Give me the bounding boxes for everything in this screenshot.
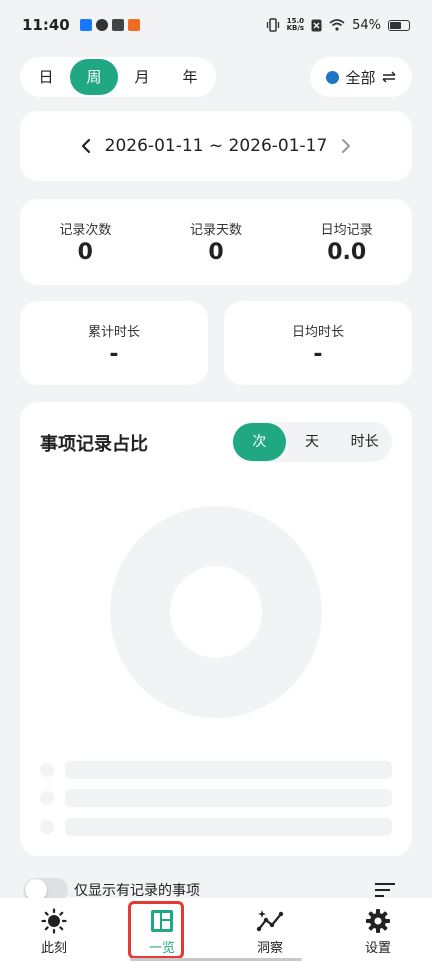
nav-settings[interactable]: 设置 xyxy=(324,898,432,964)
status-time: 11:40 xyxy=(22,16,70,34)
bottom-navigation: 此刻 一览 洞察 设置 xyxy=(0,898,432,964)
sun-icon xyxy=(41,908,67,934)
item-share-chart-card: 事项记录占比 次 天 时长 xyxy=(20,402,412,856)
stat-record-count: 记录次数 0 xyxy=(20,199,151,285)
stat-daily-average: 日均记录 0.0 xyxy=(281,199,412,285)
wifi-icon xyxy=(329,19,345,31)
status-bar: 11:40 15.0 KB/s 54% xyxy=(0,0,432,50)
period-week[interactable]: 周 xyxy=(70,59,118,95)
date-range-card: 2026-01-11 ~ 2026-01-17 xyxy=(20,111,412,181)
alipay-icon xyxy=(79,19,92,31)
app-notification-icon xyxy=(95,19,108,31)
stat-total-duration: 累计时长 - xyxy=(20,301,208,385)
legend-placeholder-row xyxy=(40,789,392,807)
nav-label: 此刻 xyxy=(40,941,67,956)
vibrate-icon xyxy=(266,18,279,32)
metric-count[interactable]: 次 xyxy=(233,423,286,461)
donut-placeholder-ring xyxy=(110,506,322,718)
legend-placeholder-bar xyxy=(65,761,392,779)
stat-label: 日均时长 xyxy=(291,325,344,340)
stat-value: - xyxy=(313,342,323,367)
legend-placeholder-row xyxy=(40,818,392,836)
category-color-dot xyxy=(326,70,340,84)
stat-value: 0 xyxy=(77,240,93,265)
battery-icon xyxy=(388,19,410,31)
period-year[interactable]: 年 xyxy=(166,59,214,95)
stat-label: 记录天数 xyxy=(190,223,243,238)
summary-stats-card: 记录次数 0 记录天数 0 日均记录 0.0 xyxy=(20,199,412,285)
nav-label: 设置 xyxy=(364,941,391,956)
legend-placeholder-dot xyxy=(40,820,54,834)
legend-placeholder-bar xyxy=(65,789,392,807)
stat-record-days: 记录天数 0 xyxy=(151,199,282,285)
active-tab-highlight xyxy=(128,901,184,959)
stat-label: 日均记录 xyxy=(320,223,373,238)
nav-now[interactable]: 此刻 xyxy=(0,898,108,964)
show-recorded-only-label: 仅显示有记录的事项 xyxy=(74,883,200,899)
next-range-button[interactable] xyxy=(339,138,353,154)
legend-placeholder-row xyxy=(40,761,392,779)
period-selector: 日 周 月 年 xyxy=(20,57,216,97)
category-filter-button[interactable]: 全部 xyxy=(310,57,412,97)
stat-value: - xyxy=(109,342,119,367)
prev-range-button[interactable] xyxy=(79,138,93,154)
home-indicator[interactable] xyxy=(130,958,302,961)
legend-placeholder-dot xyxy=(40,791,54,805)
empty-donut-chart xyxy=(110,506,322,718)
stat-daily-avg-duration: 日均时长 - xyxy=(224,301,412,385)
category-filter-label: 全部 xyxy=(345,68,376,87)
shopping-app-icon xyxy=(127,19,140,31)
message-icon xyxy=(111,19,124,31)
trend-icon xyxy=(256,910,284,932)
stat-value: 0 xyxy=(208,240,224,265)
net-speed-unit: KB/s xyxy=(286,24,305,32)
stat-label: 记录次数 xyxy=(59,223,112,238)
metric-days[interactable]: 天 xyxy=(286,423,339,461)
period-day[interactable]: 日 xyxy=(22,59,70,95)
chart-metric-selector: 次 天 时长 xyxy=(232,422,392,462)
sort-icon[interactable] xyxy=(374,882,396,898)
stat-value: 0.0 xyxy=(327,240,367,265)
net-speed: 15.0 KB/s xyxy=(287,18,304,32)
metric-duration[interactable]: 时长 xyxy=(338,423,391,461)
battery-percent: 54% xyxy=(352,17,381,33)
nav-label: 洞察 xyxy=(256,941,283,956)
gear-icon xyxy=(366,909,390,933)
legend-placeholder-dot xyxy=(40,763,54,777)
date-range-text: 2026-01-11 ~ 2026-01-17 xyxy=(104,136,328,156)
chart-title: 事项记录占比 xyxy=(40,434,148,455)
swap-icon xyxy=(381,71,396,83)
period-month[interactable]: 月 xyxy=(118,59,166,95)
stat-label: 累计时长 xyxy=(87,325,140,340)
status-right: 15.0 KB/s 54% xyxy=(266,18,410,33)
nav-insights[interactable]: 洞察 xyxy=(216,898,324,964)
sim-off-icon xyxy=(311,19,322,31)
legend-placeholder-bar xyxy=(65,818,392,836)
